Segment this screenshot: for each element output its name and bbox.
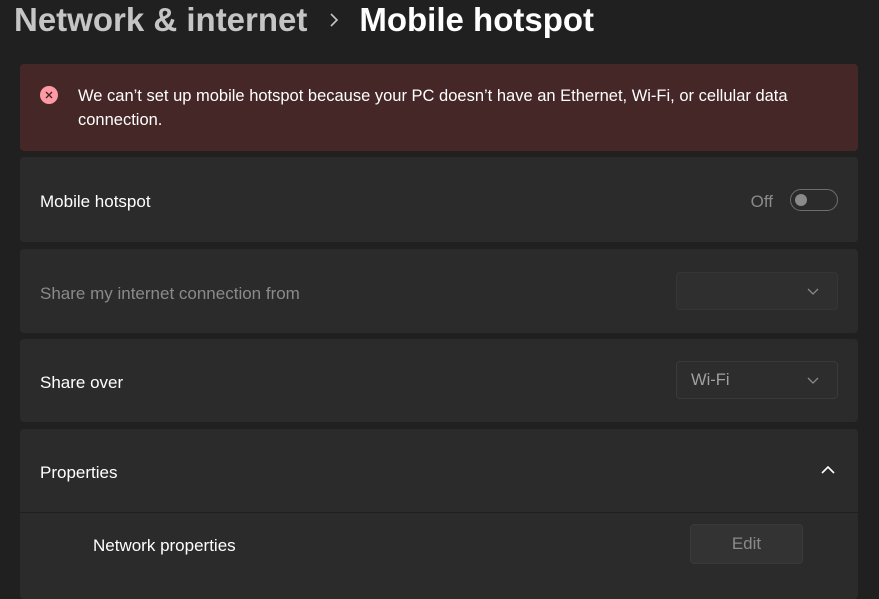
mobile-hotspot-label: Mobile hotspot <box>40 192 151 211</box>
error-message: We can’t set up mobile hotspot because y… <box>78 87 788 129</box>
mobile-hotspot-toggle[interactable] <box>790 189 838 211</box>
breadcrumb: Network & internet Mobile hotspot <box>14 0 594 40</box>
properties-header[interactable]: Properties <box>20 429 858 512</box>
divider <box>20 512 858 513</box>
share-over-card: Share over Wi-Fi <box>20 339 858 422</box>
toggle-knob <box>795 193 807 206</box>
network-properties-label: Network properties <box>93 536 236 555</box>
page-title: Mobile hotspot <box>359 1 595 38</box>
share-over-dropdown[interactable]: Wi-Fi <box>676 361 838 399</box>
chevron-right-icon <box>329 13 339 27</box>
edit-button[interactable]: Edit <box>690 524 803 564</box>
share-over-value: Wi-Fi <box>691 371 730 389</box>
chevron-down-icon <box>807 377 819 384</box>
share-from-card: Share my internet connection from <box>20 249 858 333</box>
share-from-dropdown[interactable] <box>676 272 838 310</box>
mobile-hotspot-card: Mobile hotspot Off <box>20 157 858 242</box>
properties-card: Properties Network properties Edit <box>20 429 858 599</box>
breadcrumb-network-internet[interactable]: Network & internet <box>14 1 307 39</box>
chevron-up-icon[interactable] <box>820 464 836 476</box>
error-circle-icon <box>40 86 58 104</box>
share-over-label: Share over <box>40 373 124 392</box>
toggle-state-label: Off <box>750 192 773 211</box>
properties-label: Properties <box>40 463 118 482</box>
share-from-label: Share my internet connection from <box>40 284 300 303</box>
chevron-down-icon <box>807 288 819 295</box>
error-banner: We can’t set up mobile hotspot because y… <box>20 64 858 151</box>
